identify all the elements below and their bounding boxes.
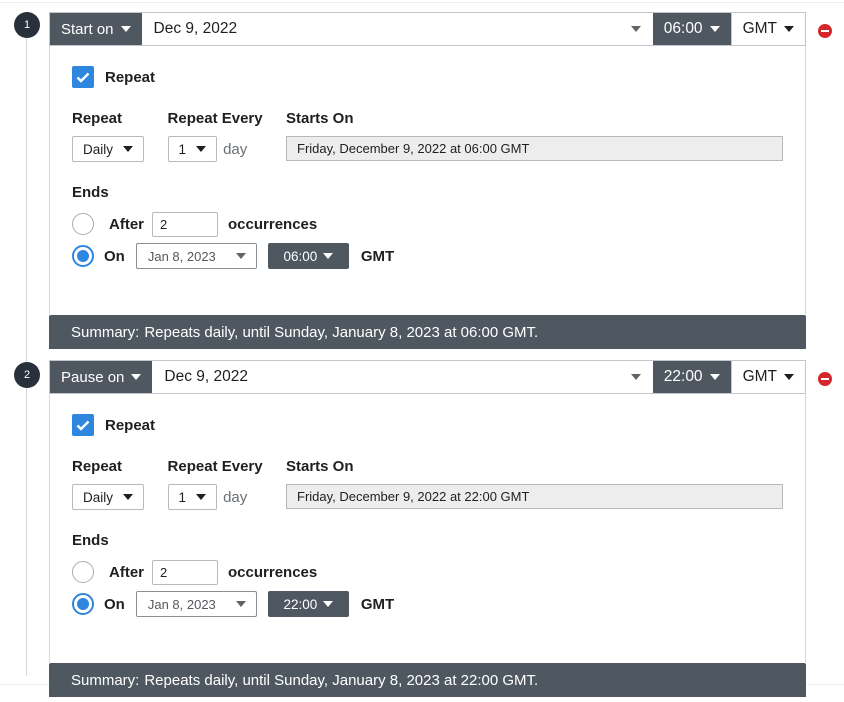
end-date-value: Jan 8, 2023 bbox=[147, 596, 216, 612]
starts-on-label: Starts On bbox=[286, 458, 354, 475]
ends-on-radio[interactable] bbox=[72, 245, 94, 267]
chevron-down-icon bbox=[235, 253, 246, 259]
on-label: On bbox=[104, 247, 125, 265]
chevron-down-icon bbox=[131, 374, 142, 380]
chevron-down-icon bbox=[123, 146, 134, 152]
after-label: After bbox=[109, 563, 145, 581]
ends-label: Ends bbox=[72, 532, 109, 549]
end-date-value: Jan 8, 2023 bbox=[147, 248, 216, 264]
step-badge: 2 bbox=[14, 362, 40, 388]
summary-label: Summary: bbox=[71, 323, 140, 341]
timeline-line bbox=[26, 36, 27, 676]
after-label: After bbox=[109, 215, 145, 233]
repeat-checkbox-label: Repeat bbox=[105, 416, 156, 434]
occurrences-input[interactable]: 2 bbox=[152, 559, 219, 585]
ends-after-radio[interactable] bbox=[72, 213, 94, 235]
chevron-down-icon bbox=[323, 253, 334, 259]
mode-label: Start on bbox=[61, 20, 114, 38]
starts-on-label: Starts On bbox=[286, 110, 354, 127]
check-icon bbox=[76, 72, 90, 83]
end-timezone-label: GMT bbox=[360, 595, 395, 613]
repeat-frequency-select[interactable]: Daily bbox=[72, 484, 145, 510]
end-timezone-label: GMT bbox=[360, 247, 395, 265]
timezone-dropdown[interactable]: GMT bbox=[730, 13, 805, 45]
end-time-value: 22:00 bbox=[283, 596, 318, 612]
repeat-every-value: 1 bbox=[178, 141, 187, 157]
starts-on-field: Friday, December 9, 2022 at 22:00 GMT bbox=[286, 484, 783, 509]
end-time-dropdown[interactable]: 22:00 bbox=[267, 591, 349, 617]
repeat-frequency-value: Daily bbox=[83, 489, 114, 505]
ends-label: Ends bbox=[72, 184, 109, 201]
mode-dropdown[interactable]: Pause on bbox=[50, 361, 153, 393]
repeat-every-label: Repeat Every bbox=[167, 110, 263, 127]
timezone-value: GMT bbox=[742, 368, 777, 385]
repeat-checkbox[interactable] bbox=[72, 66, 94, 88]
repeat-panel: Repeat Repeat Daily Repeat Every 1 day St… bbox=[49, 46, 806, 316]
date-picker[interactable]: Dec 9, 2022 bbox=[142, 13, 653, 45]
chevron-down-icon bbox=[323, 601, 334, 607]
time-dropdown[interactable]: 22:00 bbox=[652, 361, 731, 393]
remove-schedule-icon[interactable] bbox=[818, 24, 832, 38]
end-date-picker[interactable]: Jan 8, 2023 bbox=[135, 591, 257, 617]
end-date-picker[interactable]: Jan 8, 2023 bbox=[135, 243, 257, 269]
repeat-panel: Repeat Repeat Daily Repeat Every 1 day St… bbox=[49, 394, 806, 664]
repeat-checkbox[interactable] bbox=[72, 414, 94, 436]
chevron-down-icon bbox=[120, 26, 131, 32]
time-dropdown[interactable]: 06:00 bbox=[652, 13, 731, 45]
schedule-header: Pause on Dec 9, 2022 22:00 GMT bbox=[49, 360, 806, 394]
end-time-dropdown[interactable]: 06:00 bbox=[267, 243, 349, 269]
chevron-down-icon bbox=[630, 26, 641, 32]
repeat-label: Repeat bbox=[72, 110, 123, 127]
repeat-every-select[interactable]: 1 bbox=[167, 136, 218, 162]
chevron-down-icon bbox=[709, 26, 720, 32]
repeat-every-select[interactable]: 1 bbox=[167, 484, 218, 510]
ends-on-radio[interactable] bbox=[72, 593, 94, 615]
summary-bar: Summary: Repeats daily, until Sunday, Jan… bbox=[49, 315, 806, 349]
timezone-value: GMT bbox=[742, 20, 777, 37]
summary-bar: Summary: Repeats daily, until Sunday, Jan… bbox=[49, 663, 806, 697]
schedule-header: Start on Dec 9, 2022 06:00 GMT bbox=[49, 12, 806, 46]
chevron-down-icon bbox=[123, 494, 134, 500]
repeat-frequency-value: Daily bbox=[83, 141, 114, 157]
mode-label: Pause on bbox=[61, 368, 125, 386]
timezone-dropdown[interactable]: GMT bbox=[730, 361, 805, 393]
repeat-unit: day bbox=[223, 488, 248, 506]
repeat-label: Repeat bbox=[72, 458, 123, 475]
chevron-down-icon bbox=[196, 146, 207, 152]
repeat-frequency-select[interactable]: Daily bbox=[72, 136, 145, 162]
summary-label: Summary: bbox=[71, 671, 140, 689]
occurrences-label: occurrences bbox=[228, 563, 318, 581]
date-picker[interactable]: Dec 9, 2022 bbox=[152, 361, 652, 393]
repeat-unit: day bbox=[223, 140, 248, 158]
chevron-down-icon bbox=[784, 26, 794, 32]
summary-text: Repeats daily, until Sunday, January 8, … bbox=[144, 323, 539, 341]
chevron-down-icon bbox=[196, 494, 207, 500]
schedule-block-2: Pause on Dec 9, 2022 22:00 GMT Repeat Re… bbox=[49, 360, 806, 697]
mode-dropdown[interactable]: Start on bbox=[50, 13, 142, 45]
chevron-down-icon bbox=[784, 374, 794, 380]
end-time-value: 06:00 bbox=[283, 248, 318, 264]
on-label: On bbox=[104, 595, 125, 613]
chevron-down-icon bbox=[709, 374, 720, 380]
chevron-down-icon bbox=[235, 601, 246, 607]
occurrences-label: occurrences bbox=[228, 215, 318, 233]
repeat-every-value: 1 bbox=[178, 489, 187, 505]
starts-on-field: Friday, December 9, 2022 at 06:00 GMT bbox=[286, 136, 783, 161]
remove-schedule-icon[interactable] bbox=[818, 372, 832, 386]
chevron-down-icon bbox=[630, 374, 641, 380]
time-value: 22:00 bbox=[663, 368, 703, 385]
time-value: 06:00 bbox=[663, 20, 703, 37]
repeat-checkbox-label: Repeat bbox=[105, 68, 156, 86]
divider bbox=[0, 2, 844, 3]
check-icon bbox=[76, 420, 90, 431]
summary-text: Repeats daily, until Sunday, January 8, … bbox=[144, 671, 539, 689]
repeat-every-label: Repeat Every bbox=[167, 458, 263, 475]
date-value: Dec 9, 2022 bbox=[164, 368, 248, 385]
schedule-block-1: Start on Dec 9, 2022 06:00 GMT Repeat Re… bbox=[49, 12, 806, 349]
occurrences-input[interactable]: 2 bbox=[152, 211, 219, 237]
ends-after-radio[interactable] bbox=[72, 561, 94, 583]
date-value: Dec 9, 2022 bbox=[153, 20, 238, 37]
step-badge: 1 bbox=[14, 12, 40, 38]
